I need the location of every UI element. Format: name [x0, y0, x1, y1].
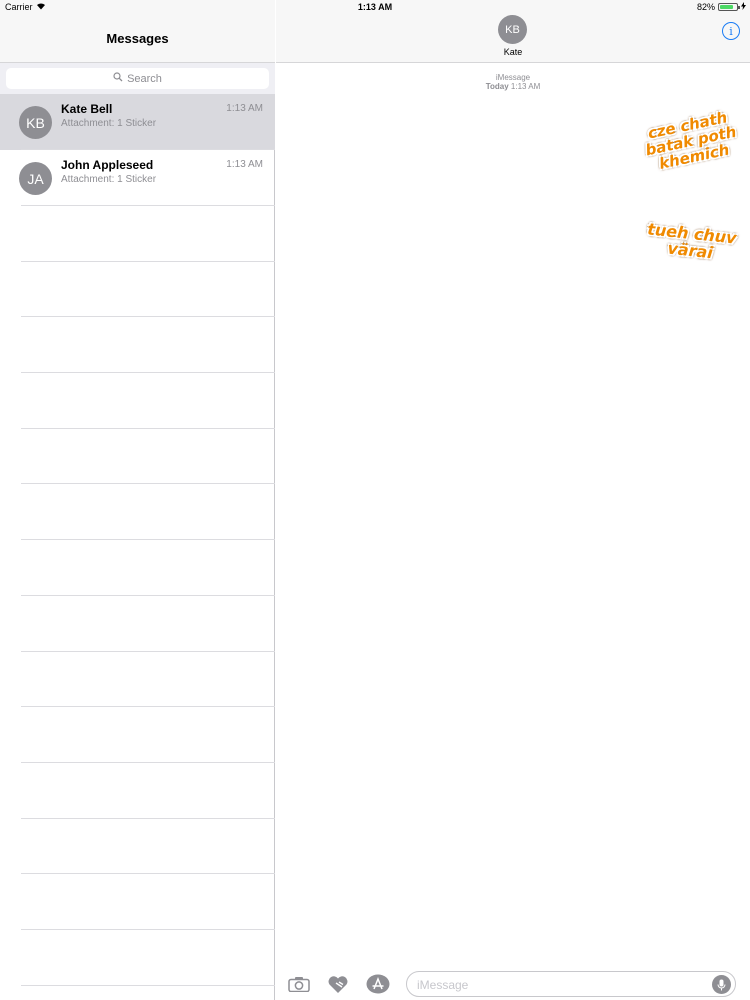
- empty-row: [0, 819, 275, 875]
- digital-touch-icon[interactable]: [327, 975, 349, 993]
- conversation-name: Kate Bell: [61, 102, 113, 116]
- conversation-pane: KB Kate i iMessage Today 1:13 AM cze cha…: [276, 0, 750, 1000]
- empty-row: [0, 317, 275, 373]
- conversation-preview: Attachment: 1 Sticker: [61, 174, 157, 185]
- conversation-row-kate-bell[interactable]: KB Kate Bell 1:13 AM Attachment: 1 Stick…: [0, 94, 275, 150]
- message-timestamp: Today 1:13 AM: [276, 82, 750, 91]
- charging-icon: [741, 2, 746, 12]
- contact-name[interactable]: Kate: [276, 47, 750, 57]
- sticker-message[interactable]: cze chath batak poth khemich: [632, 107, 749, 176]
- page-title: Messages: [106, 31, 169, 46]
- service-label: iMessage: [495, 73, 531, 82]
- conversation-time: 1:13 AM: [226, 103, 263, 114]
- camera-icon[interactable]: [288, 975, 310, 993]
- battery-area: 82%: [697, 2, 746, 12]
- info-icon[interactable]: i: [722, 22, 740, 40]
- conversation-list: KB Kate Bell 1:13 AM Attachment: 1 Stick…: [0, 94, 275, 206]
- message-input-placeholder: iMessage: [417, 978, 469, 992]
- wifi-icon: [36, 2, 46, 12]
- empty-row: [0, 763, 275, 819]
- info-glyph: i: [729, 24, 733, 38]
- empty-row: [0, 874, 275, 930]
- empty-row: [0, 540, 275, 596]
- empty-row: [0, 930, 275, 986]
- empty-row: [0, 484, 275, 540]
- conversation-name: John Appleseed: [61, 158, 154, 172]
- empty-row: [0, 206, 275, 262]
- empty-row: [0, 596, 275, 652]
- avatar: KB: [19, 106, 52, 139]
- empty-row: [0, 429, 275, 485]
- timestamp-time: 1:13 AM: [510, 82, 541, 91]
- conversation-list-pane: Messages Search KB Kate Bell 1:13 AM Att…: [0, 0, 275, 1000]
- battery-percent: 82%: [696, 2, 715, 12]
- sticker-message[interactable]: tueh chuv värai: [637, 219, 746, 265]
- carrier-area: Carrier: [5, 2, 46, 12]
- search-input[interactable]: Search: [6, 68, 269, 89]
- battery-icon: [718, 3, 740, 11]
- contact-avatar[interactable]: KB: [498, 15, 527, 44]
- empty-row: [0, 707, 275, 763]
- battery-fill: [720, 5, 734, 9]
- empty-row: [0, 373, 275, 429]
- carrier-name: Carrier: [5, 2, 33, 12]
- conversation-row-john-appleseed[interactable]: JA John Appleseed 1:13 AM Attachment: 1 …: [0, 150, 275, 206]
- empty-row: [0, 652, 275, 708]
- conversation-preview: Attachment: 1 Sticker: [61, 118, 157, 129]
- avatar: JA: [19, 162, 52, 195]
- status-time: 1:13 AM: [357, 2, 393, 12]
- conversation-time: 1:13 AM: [226, 159, 263, 170]
- empty-list-area: [0, 206, 275, 986]
- status-bar: Carrier 1:13 AM 82%: [0, 0, 750, 14]
- app-store-icon[interactable]: [366, 974, 390, 994]
- timestamp-day: Today: [485, 82, 509, 91]
- battery-nub: [738, 6, 740, 9]
- search-placeholder: Search: [127, 72, 162, 85]
- empty-row: [0, 262, 275, 318]
- message-input[interactable]: iMessage: [406, 971, 736, 997]
- search-icon: [113, 72, 123, 85]
- microphone-icon[interactable]: [712, 975, 731, 994]
- search-bar: Search: [0, 63, 275, 94]
- message-composer: iMessage: [276, 966, 750, 1000]
